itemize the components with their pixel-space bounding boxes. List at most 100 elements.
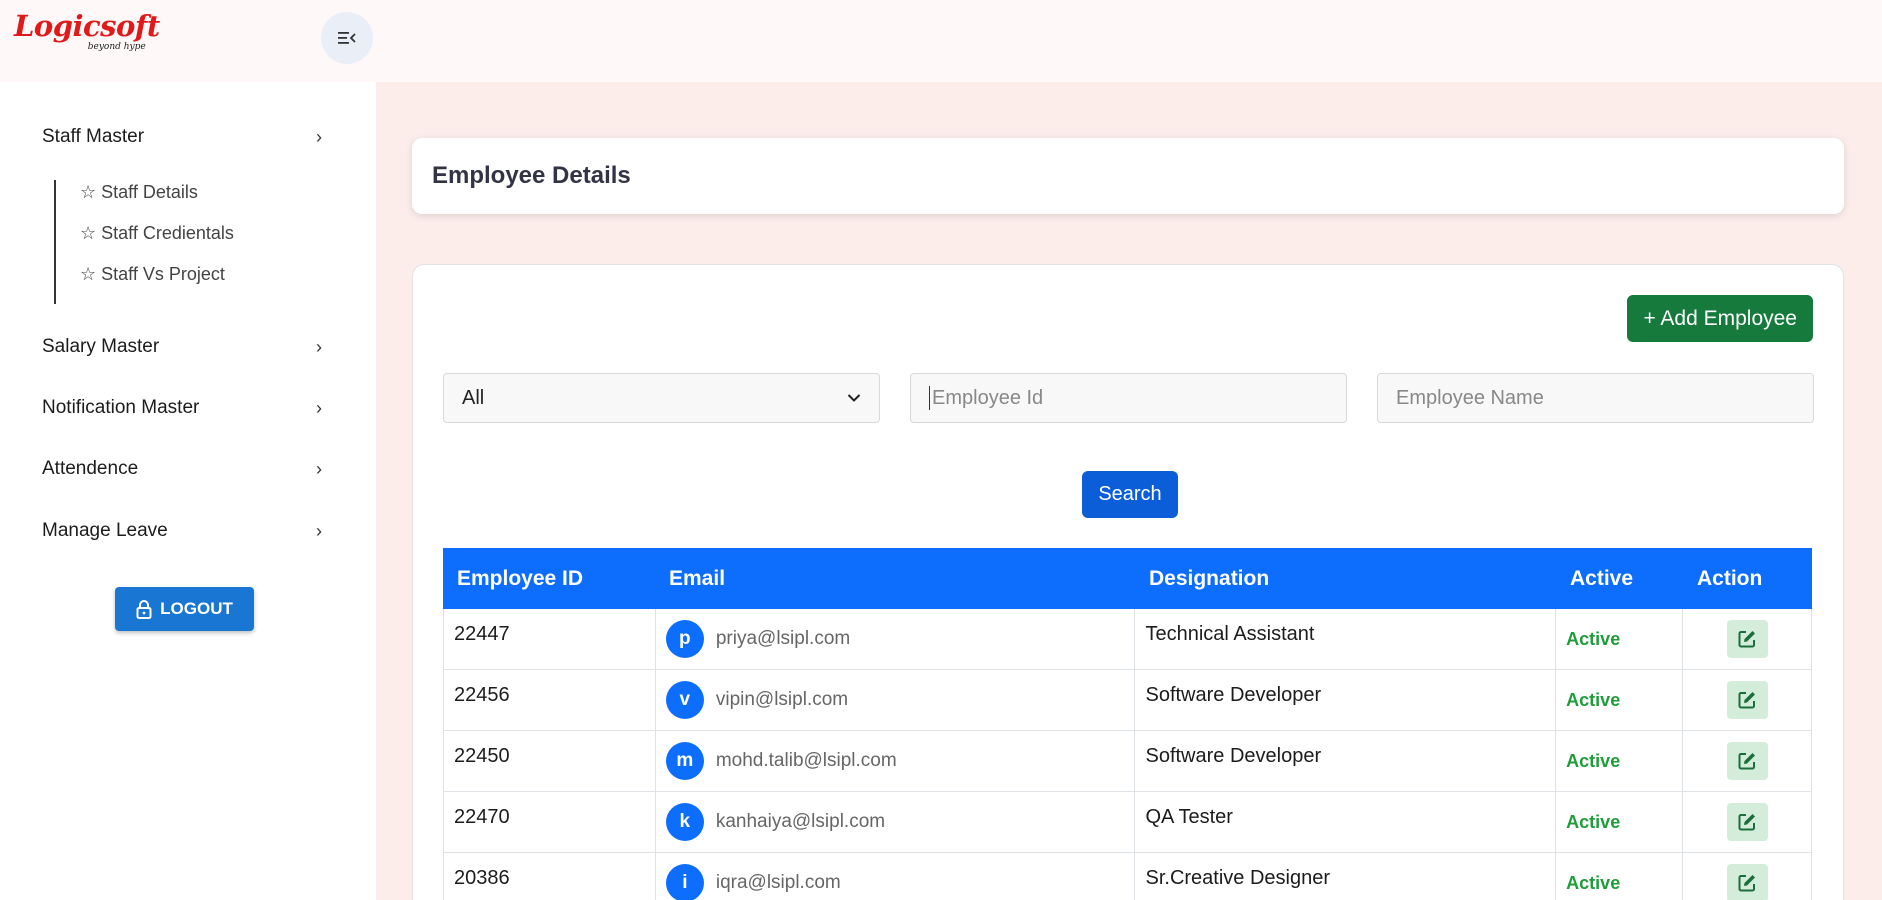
- sidebar-item-notification-master[interactable]: Notification Master ›: [42, 397, 322, 419]
- page-title: Employee Details: [432, 162, 631, 189]
- column-header-designation[interactable]: Designation: [1135, 567, 1556, 591]
- employee-id-cell: 22447: [444, 609, 656, 669]
- sidebar-item-staff-master[interactable]: Staff Master ›: [42, 126, 322, 148]
- edit-button[interactable]: [1726, 620, 1768, 658]
- action-cell: [1683, 731, 1813, 791]
- email-text: vipin@lsipl.com: [715, 689, 849, 710]
- chevron-right-icon: ›: [316, 336, 322, 357]
- table-row: 22447 p priya@lsipl.com Technical Assist…: [443, 609, 1813, 670]
- table-row: 22450 m mohd.talib@lsipl.com Software De…: [443, 731, 1813, 792]
- status-badge: Active: [1566, 628, 1621, 649]
- edit-button[interactable]: [1726, 681, 1768, 719]
- designation-cell: Sr.Creative Designer: [1135, 853, 1557, 900]
- sidebar-subitem-staff-credentials[interactable]: ☆ Staff Credientals: [80, 221, 234, 262]
- sidebar-item-manage-leave[interactable]: Manage Leave ›: [42, 520, 322, 542]
- status-badge: Active: [1566, 689, 1621, 710]
- chevron-right-icon: ›: [316, 397, 322, 418]
- sidebar-item-label: Notification Master: [42, 397, 200, 418]
- email-cell: i iqra@lsipl.com: [656, 853, 1136, 900]
- employee-table: Employee ID Email Designation Active Act…: [443, 548, 1813, 900]
- column-header-action: Action: [1697, 566, 1763, 590]
- status-filter-select[interactable]: All: [443, 373, 880, 423]
- column-header-email[interactable]: Email: [655, 567, 1135, 591]
- employee-name-placeholder: Employee Name: [1396, 386, 1544, 409]
- status-cell: Active: [1556, 670, 1684, 730]
- chevron-down-icon: [847, 394, 861, 402]
- designation-cell: Software Developer: [1135, 670, 1557, 730]
- sidebar: Staff Master › ☆ Staff Details ☆ Staff C…: [0, 82, 376, 900]
- employee-name-input[interactable]: Employee Name: [1377, 373, 1814, 423]
- status-badge: Active: [1566, 872, 1621, 893]
- add-employee-button[interactable]: + Add Employee: [1627, 295, 1813, 342]
- employee-id-input[interactable]: Employee Id: [910, 373, 1347, 423]
- action-cell: [1683, 792, 1813, 852]
- designation-cell: Technical Assistant: [1135, 609, 1557, 669]
- designation-cell: Software Developer: [1135, 731, 1557, 791]
- edit-button[interactable]: [1726, 803, 1768, 841]
- action-cell: [1683, 609, 1813, 669]
- sidebar-item-salary-master[interactable]: Salary Master ›: [42, 336, 322, 358]
- status-filter-value: All: [462, 386, 485, 409]
- sidebar-item-label: Attendence: [42, 458, 139, 479]
- email-text: kanhaiya@lsipl.com: [715, 811, 886, 832]
- avatar: m: [665, 742, 704, 780]
- employee-id-cell: 22470: [444, 792, 656, 852]
- status-badge: Active: [1566, 750, 1621, 771]
- edit-button[interactable]: [1726, 742, 1768, 780]
- email-cell: v vipin@lsipl.com: [656, 670, 1136, 730]
- chevron-right-icon: ›: [316, 458, 322, 479]
- email-text: mohd.talib@lsipl.com: [715, 750, 897, 771]
- table-header: Employee ID Email Designation Active Act…: [443, 548, 1812, 609]
- logout-label: LOGOUT: [160, 599, 233, 618]
- email-cell: p priya@lsipl.com: [656, 609, 1136, 669]
- status-cell: Active: [1556, 609, 1684, 669]
- edit-icon: [1738, 631, 1756, 648]
- sidebar-subitem-staff-vs-project[interactable]: ☆ Staff Vs Project: [80, 262, 234, 303]
- sidebar-toggle-button[interactable]: [321, 12, 373, 64]
- action-cell: [1683, 853, 1813, 900]
- logo-tagline: beyond hype: [87, 42, 146, 52]
- table-row: 20386 i iqra@lsipl.com Sr.Creative Desig…: [443, 853, 1813, 900]
- status-cell: Active: [1556, 731, 1684, 791]
- page-header-card: Employee Details: [412, 138, 1844, 214]
- email-cell: k kanhaiya@lsipl.com: [656, 792, 1136, 852]
- logout-button[interactable]: LOGOUT: [115, 587, 254, 631]
- employee-list-card: + Add Employee All Employee Id Employee …: [412, 264, 1844, 900]
- edit-button[interactable]: [1726, 864, 1768, 900]
- column-header-active[interactable]: Active: [1556, 567, 1683, 591]
- edit-icon: [1738, 875, 1756, 892]
- employee-id-cell: 22450: [444, 731, 656, 791]
- designation-cell: QA Tester: [1135, 792, 1557, 852]
- logo-name: Logicsoft: [14, 9, 160, 43]
- column-header-employee-id[interactable]: Employee ID: [443, 567, 655, 591]
- chevron-right-icon: ›: [316, 520, 322, 541]
- avatar: k: [665, 803, 704, 841]
- status-badge: Active: [1566, 811, 1621, 832]
- sidebar-item-label: Staff Master: [42, 126, 145, 147]
- edit-icon: [1738, 814, 1756, 831]
- edit-icon: [1738, 753, 1756, 770]
- employee-id-placeholder: Employee Id: [932, 386, 1044, 409]
- sidebar-item-attendence[interactable]: Attendence ›: [42, 458, 322, 480]
- table-row: 22456 v vipin@lsipl.com Software Develop…: [443, 670, 1813, 731]
- menu-collapse-icon: [338, 32, 356, 44]
- email-text: priya@lsipl.com: [715, 628, 851, 649]
- edit-icon: [1738, 692, 1756, 709]
- text-cursor: [929, 386, 930, 410]
- avatar: i: [665, 864, 704, 900]
- sidebar-item-label: Manage Leave: [42, 520, 168, 541]
- status-cell: Active: [1556, 792, 1684, 852]
- search-button[interactable]: Search: [1082, 471, 1178, 518]
- action-cell: [1683, 670, 1813, 730]
- table-row: 22470 k kanhaiya@lsipl.com QA Tester Act…: [443, 792, 1813, 853]
- sidebar-item-label: Salary Master: [42, 336, 160, 357]
- sidebar-subitem-staff-details[interactable]: ☆ Staff Details: [80, 180, 234, 221]
- staff-master-submenu: ☆ Staff Details ☆ Staff Credientals ☆ St…: [54, 180, 234, 304]
- top-header: Logicsoft beyond hype: [0, 0, 1882, 82]
- status-cell: Active: [1556, 853, 1684, 900]
- logo[interactable]: Logicsoft beyond hype: [14, 9, 160, 53]
- lock-icon: [136, 600, 152, 619]
- chevron-right-icon: ›: [316, 126, 322, 147]
- avatar: p: [665, 620, 704, 658]
- email-text: iqra@lsipl.com: [715, 872, 841, 893]
